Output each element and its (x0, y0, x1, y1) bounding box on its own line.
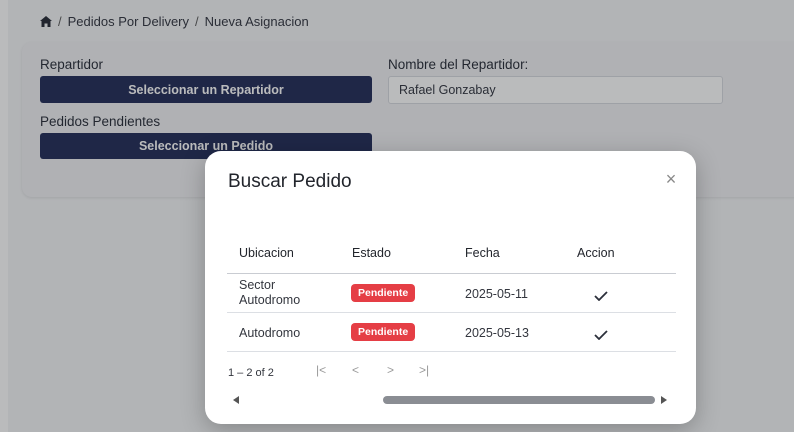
close-icon[interactable]: × (663, 170, 679, 188)
column-header-estado[interactable]: Estado (352, 246, 391, 260)
modal-title: Buscar Pedido (228, 171, 352, 192)
column-header-accion[interactable]: Accion (577, 246, 615, 260)
status-badge: Pendiente (351, 284, 416, 302)
table-header: Ubicacion Estado Fecha Accion (227, 231, 676, 274)
column-header-fecha[interactable]: Fecha (465, 246, 500, 260)
select-check-icon[interactable] (594, 327, 608, 341)
buscar-pedido-modal: Buscar Pedido × Ubicacion Estado Fecha A… (205, 151, 696, 424)
last-page-icon[interactable]: >| (419, 363, 429, 377)
cell-fecha: 2025-05-11 (465, 287, 529, 301)
prev-page-icon[interactable]: < (352, 363, 359, 377)
cell-fecha: 2025-05-13 (465, 326, 529, 340)
next-page-icon[interactable]: > (387, 363, 394, 377)
table-row: Autodromo Pendiente 2025-05-13 (227, 313, 676, 352)
column-header-ubicacion[interactable]: Ubicacion (239, 246, 294, 260)
scroll-right-arrow-icon[interactable] (661, 396, 667, 404)
pedidos-table: Ubicacion Estado Fecha Accion Sector Aut… (227, 231, 676, 352)
horizontal-scrollbar[interactable] (383, 396, 655, 404)
scroll-left-arrow-icon[interactable] (233, 396, 239, 404)
pagination-range: 1 – 2 of 2 (228, 367, 274, 379)
table-row: Sector Autodromo Pendiente 2025-05-11 (227, 274, 676, 313)
select-check-icon[interactable] (594, 288, 608, 302)
cell-ubicacion: Autodromo (239, 326, 301, 340)
status-badge: Pendiente (351, 323, 416, 341)
cell-ubicacion-line2: Autodromo (239, 293, 301, 307)
first-page-icon[interactable]: |< (316, 363, 326, 377)
cell-ubicacion: Sector (239, 278, 276, 292)
